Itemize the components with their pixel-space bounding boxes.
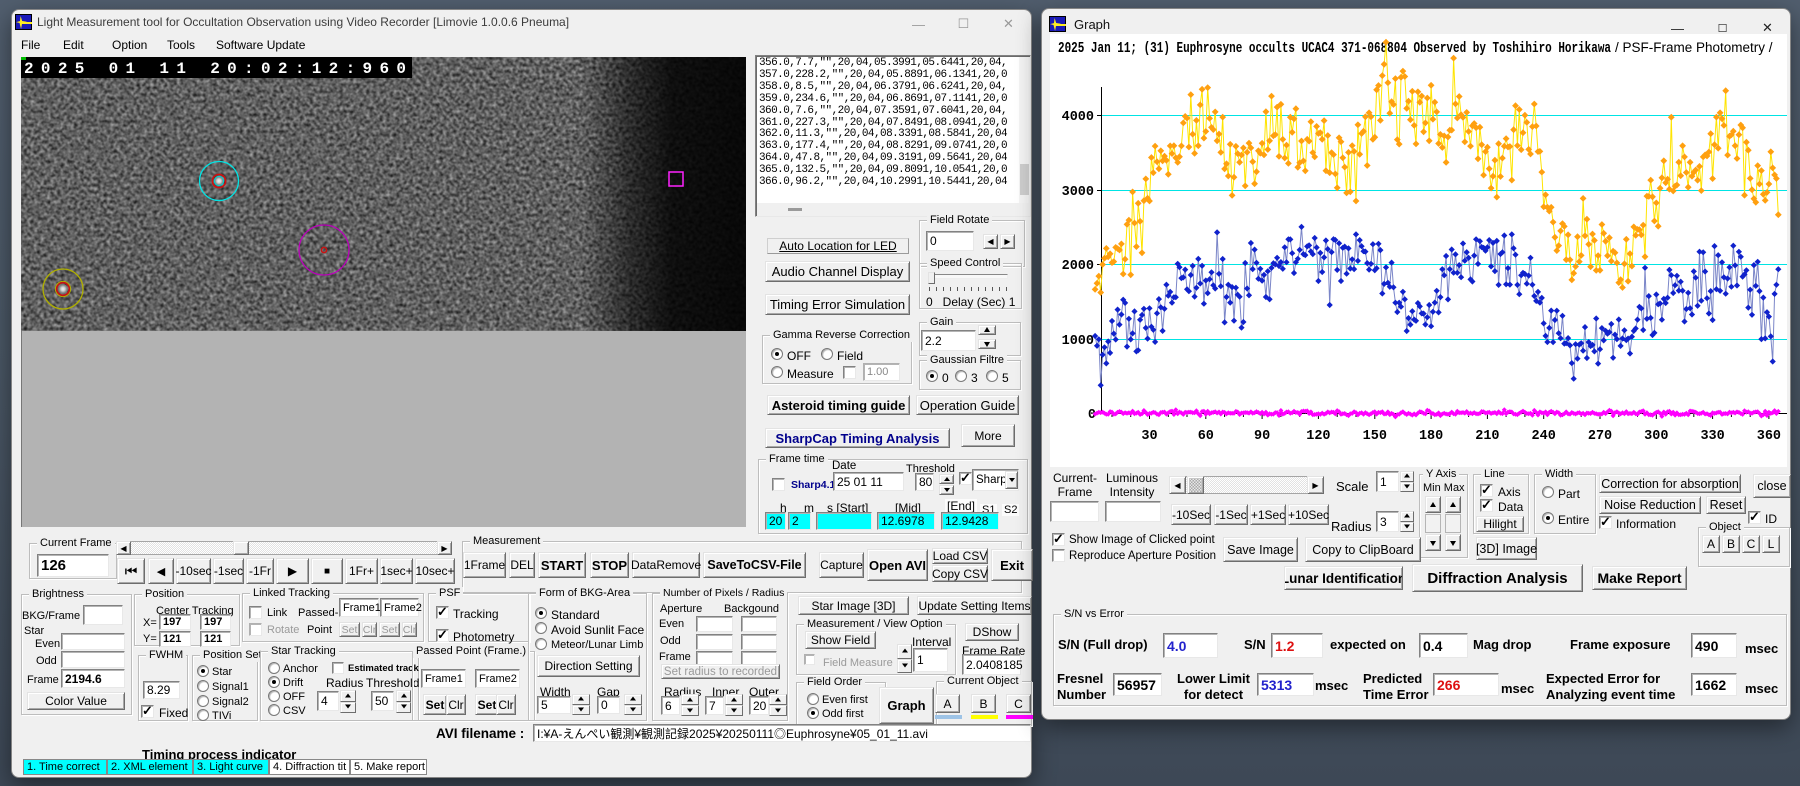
svg-text:3000: 3000	[1062, 185, 1094, 200]
svg-text:240: 240	[1532, 429, 1556, 444]
svg-text:360: 360	[1757, 429, 1781, 444]
svg-text:1000: 1000	[1062, 334, 1094, 349]
svg-text:330: 330	[1700, 429, 1724, 444]
svg-text:180: 180	[1419, 429, 1443, 444]
svg-text:30: 30	[1141, 429, 1157, 444]
svg-text:120: 120	[1306, 429, 1330, 444]
svg-text:210: 210	[1475, 429, 1499, 444]
svg-text:4000: 4000	[1062, 110, 1094, 125]
svg-text:2025 Jan 11; (31) Euphrosyne o: 2025 Jan 11; (31) Euphrosyne occults UCA…	[1058, 41, 1611, 57]
svg-text:270: 270	[1588, 429, 1612, 444]
svg-text:2000: 2000	[1062, 259, 1094, 274]
svg-text:/ PSF-Frame Photometry /: / PSF-Frame Photometry /	[1615, 40, 1773, 55]
svg-text:90: 90	[1254, 429, 1270, 444]
svg-text:300: 300	[1644, 429, 1668, 444]
svg-text:150: 150	[1363, 429, 1387, 444]
svg-text:60: 60	[1198, 429, 1214, 444]
svg-text:2025 01 11 20:02:12:960: 2025 01 11 20:02:12:960	[24, 60, 406, 78]
